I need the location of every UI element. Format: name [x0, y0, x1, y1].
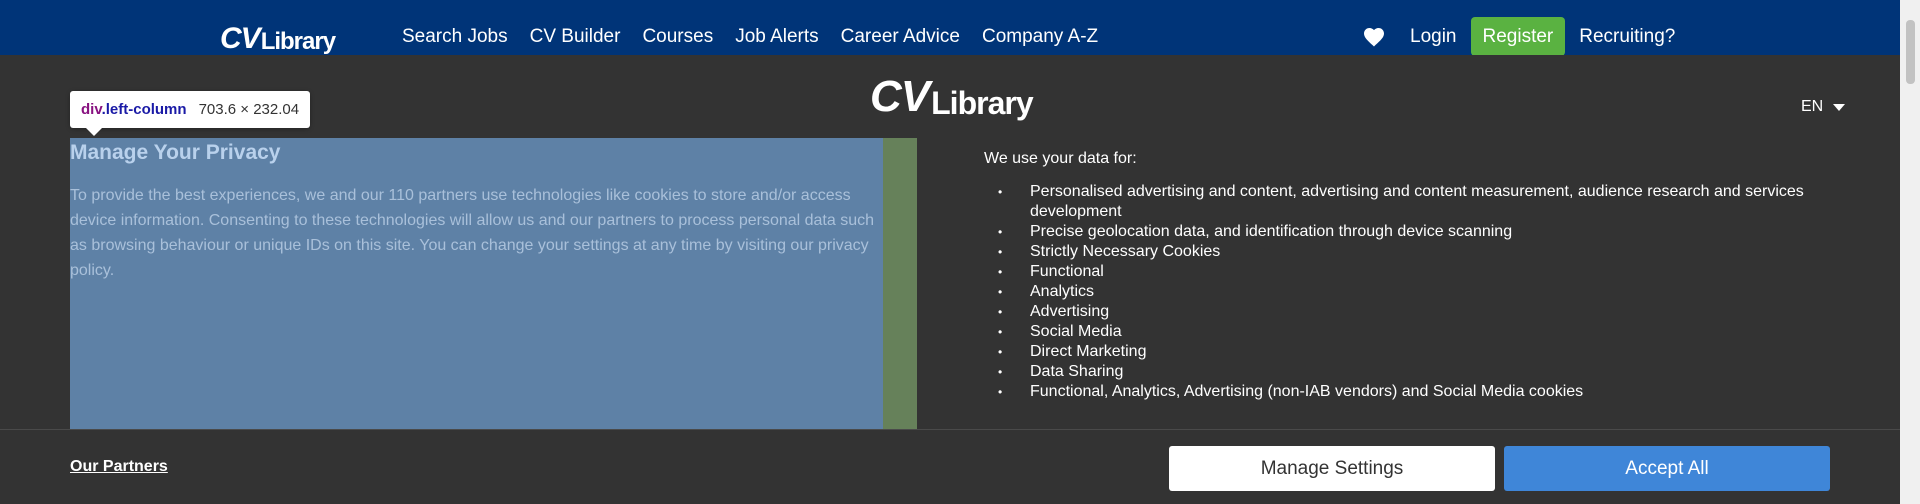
login-link[interactable]: Login — [1410, 26, 1457, 48]
purpose-item: Direct Marketing — [984, 342, 1824, 362]
consent-logo-library-text: Library — [931, 85, 1033, 121]
privacy-title: Manage Your Privacy — [70, 141, 281, 164]
purpose-item: Strictly Necessary Cookies — [984, 242, 1824, 262]
left-column: Manage Your Privacy To provide the best … — [70, 138, 917, 430]
purpose-item: Data Sharing — [984, 362, 1824, 382]
consent-footer: Our Partners Manage Settings Accept All — [0, 429, 1900, 504]
our-partners-link[interactable]: Our Partners — [70, 458, 168, 476]
left-column-padding-highlight — [883, 138, 917, 430]
purpose-list: Personalised advertising and content, ad… — [984, 182, 1824, 402]
accept-all-button[interactable]: Accept All — [1504, 446, 1830, 491]
purpose-item: Analytics — [984, 282, 1824, 302]
manage-settings-button[interactable]: Manage Settings — [1169, 446, 1495, 491]
data-usage-heading: We use your data for: — [984, 150, 1137, 167]
recruiting-link[interactable]: Recruiting? — [1579, 26, 1675, 48]
consent-logo-cv-text: CV — [870, 72, 930, 121]
scrollbar-thumb[interactable] — [1906, 20, 1915, 84]
page-scrollbar[interactable] — [1900, 0, 1920, 504]
purpose-item: Precise geolocation data, and identifica… — [984, 222, 1824, 242]
devtools-element-tooltip: div.left-column 703.6 × 232.04 — [70, 91, 311, 136]
nav-link-courses[interactable]: Courses — [642, 26, 713, 48]
top-navigation: CV Library Search Jobs CV Builder Course… — [0, 0, 1920, 56]
nav-link-company-a-z[interactable]: Company A-Z — [982, 26, 1098, 48]
devtools-element-size: 703.6 × 232.04 — [198, 101, 300, 118]
right-column: We use your data for: Personalised adver… — [984, 150, 1824, 402]
purpose-item: Personalised advertising and content, ad… — [984, 182, 1824, 222]
heart-icon[interactable] — [1362, 25, 1386, 49]
purpose-item: Advertising — [984, 302, 1824, 322]
nav-link-search-jobs[interactable]: Search Jobs — [402, 26, 508, 48]
purpose-item: Social Media — [984, 322, 1824, 342]
consent-logo: CV Library — [870, 72, 1034, 121]
nav-link-job-alerts[interactable]: Job Alerts — [735, 26, 818, 48]
register-button[interactable]: Register — [1470, 16, 1566, 56]
language-selector[interactable]: EN — [1801, 98, 1846, 116]
devtools-tag-name: div — [81, 101, 102, 118]
language-label: EN — [1801, 98, 1824, 115]
chevron-down-icon — [1833, 103, 1846, 111]
logo-library-text: Library — [260, 28, 336, 55]
devtools-selector: div.left-column — [81, 101, 187, 118]
nav-link-career-advice[interactable]: Career Advice — [841, 26, 960, 48]
logo-cv-text: CV — [220, 22, 261, 55]
privacy-description: To provide the best experiences, we and … — [70, 187, 875, 279]
purpose-item: Functional, Analytics, Advertising (non-… — [984, 382, 1824, 402]
purpose-item: Functional — [984, 262, 1824, 282]
devtools-class-name: .left-column — [101, 101, 187, 118]
nav-link-cv-builder[interactable]: CV Builder — [530, 26, 621, 48]
site-logo[interactable]: CV Library — [220, 10, 336, 55]
